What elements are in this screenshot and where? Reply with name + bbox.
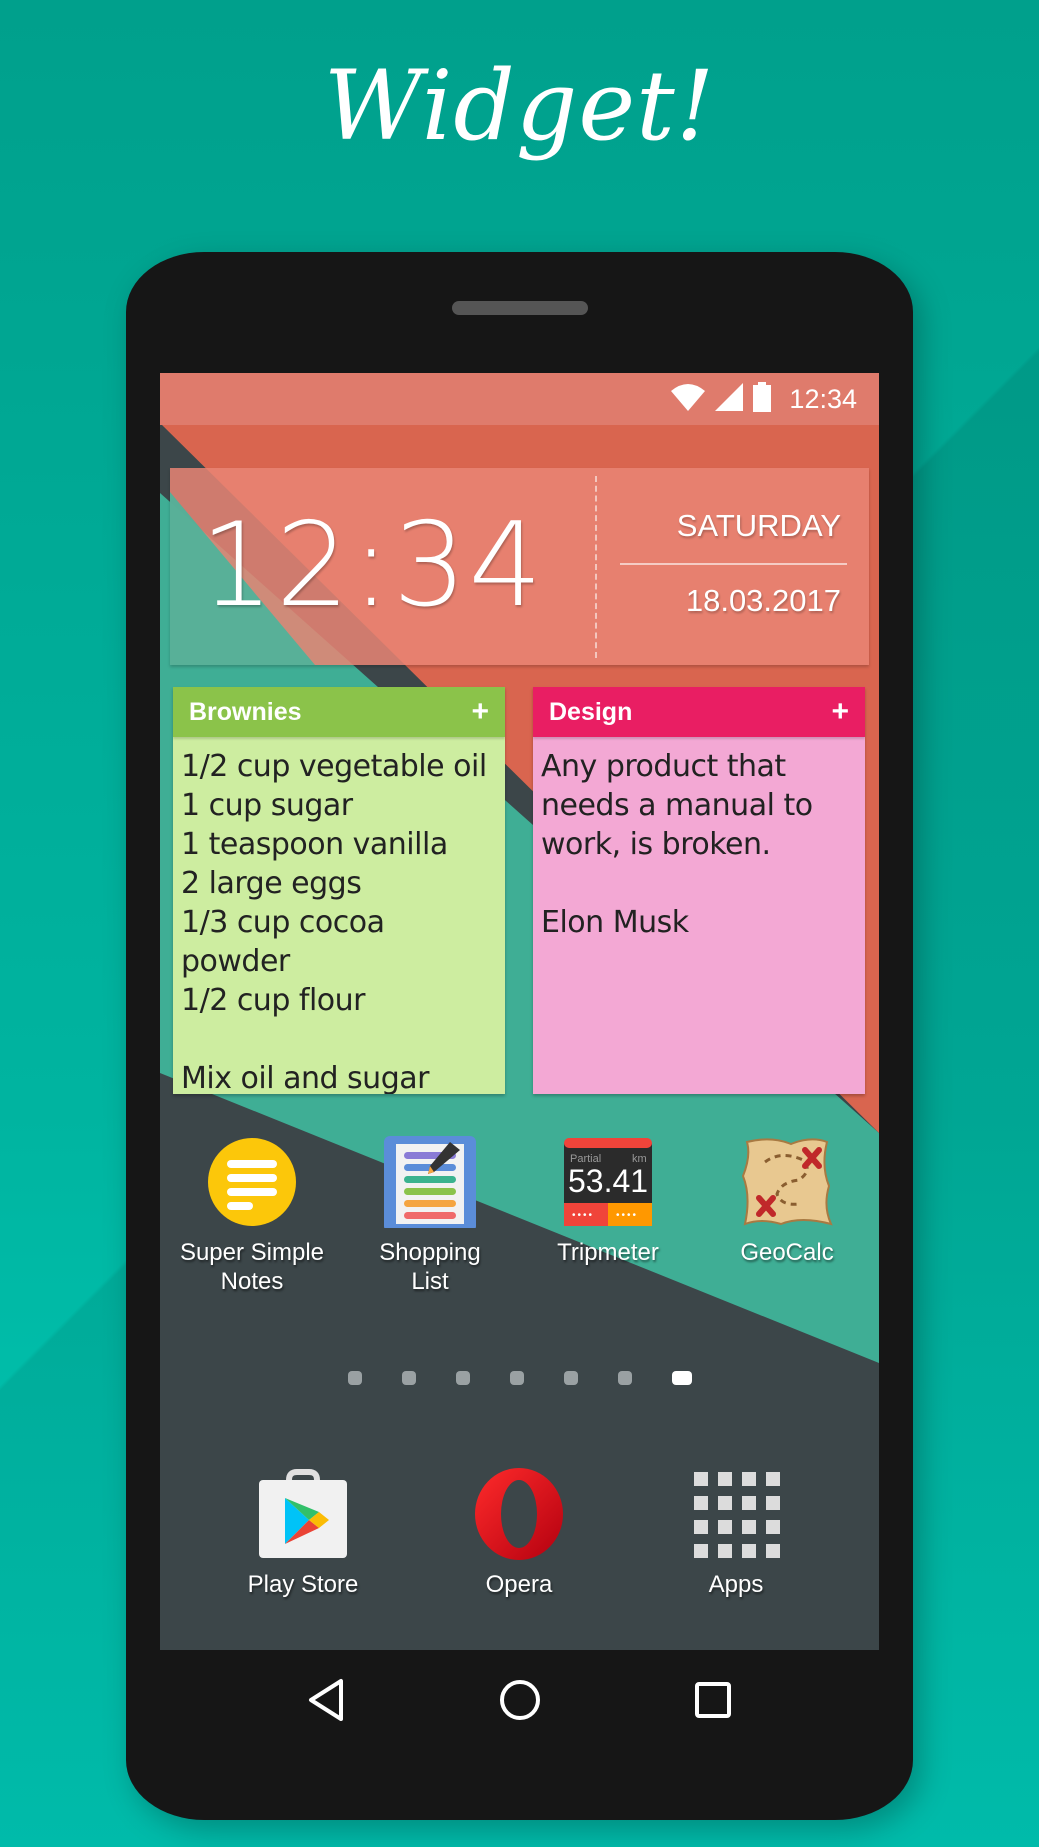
app-label: Apps [708, 1571, 764, 1598]
home-icon [499, 1680, 540, 1720]
shopping-list-icon [384, 1136, 476, 1232]
clock-widget[interactable]: 12:34 SATURDAY 18.03.2017 [170, 468, 869, 665]
battery-icon [753, 382, 772, 416]
page-indicator [160, 1371, 879, 1391]
wifi-icon [671, 383, 706, 415]
clock-date: 18.03.2017 [685, 583, 841, 618]
status-bar: 12:34 [160, 373, 879, 425]
app-label: Shopping List [379, 1239, 481, 1295]
app-drawer-icon [690, 1468, 782, 1560]
date-divider [620, 563, 847, 565]
note-body[interactable]: Any product that needs a manual to work,… [533, 737, 865, 952]
add-note-button[interactable]: + [471, 697, 489, 727]
note-widget-brownies[interactable]: Brownies + 1/2 cup vegetable oil 1 cup s… [173, 687, 505, 1094]
page-dot-active[interactable] [671, 1371, 692, 1385]
note-header: Design + [533, 687, 865, 737]
back-icon [308, 1679, 343, 1721]
clock-divider [595, 476, 597, 658]
cell-signal-icon [715, 383, 744, 415]
opera-icon [473, 1468, 565, 1560]
app-label: Opera [485, 1571, 553, 1598]
svg-text:••••: •••• [616, 1210, 638, 1221]
navigation-bar [160, 1650, 879, 1750]
note-title: Design [549, 697, 633, 726]
clock-day: SATURDAY [676, 508, 841, 543]
dock-apps[interactable]: Apps [636, 1468, 836, 1599]
promo-title: Widget! [323, 50, 716, 162]
recents-button[interactable] [683, 1670, 743, 1730]
dock-play-store[interactable]: Play Store [203, 1468, 403, 1599]
page-dot[interactable] [401, 1371, 416, 1385]
app-label: Super Simple Notes [179, 1239, 325, 1295]
app-shopping-list[interactable]: Shopping List [340, 1136, 520, 1296]
note-title: Brownies [189, 697, 302, 726]
page-dot[interactable] [563, 1371, 578, 1385]
back-button[interactable] [297, 1670, 357, 1730]
note-widget-design[interactable]: Design + Any product that needs a manual… [533, 687, 865, 1094]
play-store-icon [257, 1468, 349, 1560]
recents-icon [694, 1682, 731, 1718]
note-header: Brownies + [173, 687, 505, 737]
phone-screen: 12:34 12:34 SATURDAY 18.03.2017 Brownies… [160, 373, 879, 1650]
app-tripmeter[interactable]: Partial km 53.41 •••• •••• Tripmeter [518, 1136, 698, 1267]
status-time: 12:34 [789, 383, 857, 414]
dock-opera[interactable]: Opera [419, 1468, 619, 1599]
page-dot[interactable] [509, 1371, 524, 1385]
dock: Play Store Opera Apps [160, 1468, 879, 1618]
app-super-simple-notes[interactable]: Super Simple Notes [162, 1136, 342, 1296]
app-label: Play Store [247, 1571, 359, 1598]
page-dot[interactable] [347, 1371, 362, 1385]
add-note-button[interactable]: + [831, 697, 849, 727]
app-shortcut-row: Super Simple Notes Shopping List Partial… [160, 1136, 879, 1306]
svg-text:••••: •••• [572, 1210, 594, 1221]
tripmeter-value: 53.41 [568, 1163, 648, 1199]
phone-speaker [452, 301, 588, 315]
page-dot[interactable] [617, 1371, 632, 1385]
app-geocalc[interactable]: GeoCalc [697, 1136, 877, 1267]
app-label: GeoCalc [740, 1239, 834, 1266]
page-dot[interactable] [455, 1371, 470, 1385]
tripmeter-icon: Partial km 53.41 •••• •••• [562, 1136, 654, 1228]
clock-time: 12:34 [200, 498, 545, 633]
home-button[interactable] [490, 1670, 550, 1730]
notes-icon [206, 1136, 298, 1228]
app-label: Tripmeter [557, 1239, 659, 1266]
note-body[interactable]: 1/2 cup vegetable oil 1 cup sugar 1 teas… [173, 737, 505, 1094]
treasure-map-icon [741, 1136, 833, 1228]
